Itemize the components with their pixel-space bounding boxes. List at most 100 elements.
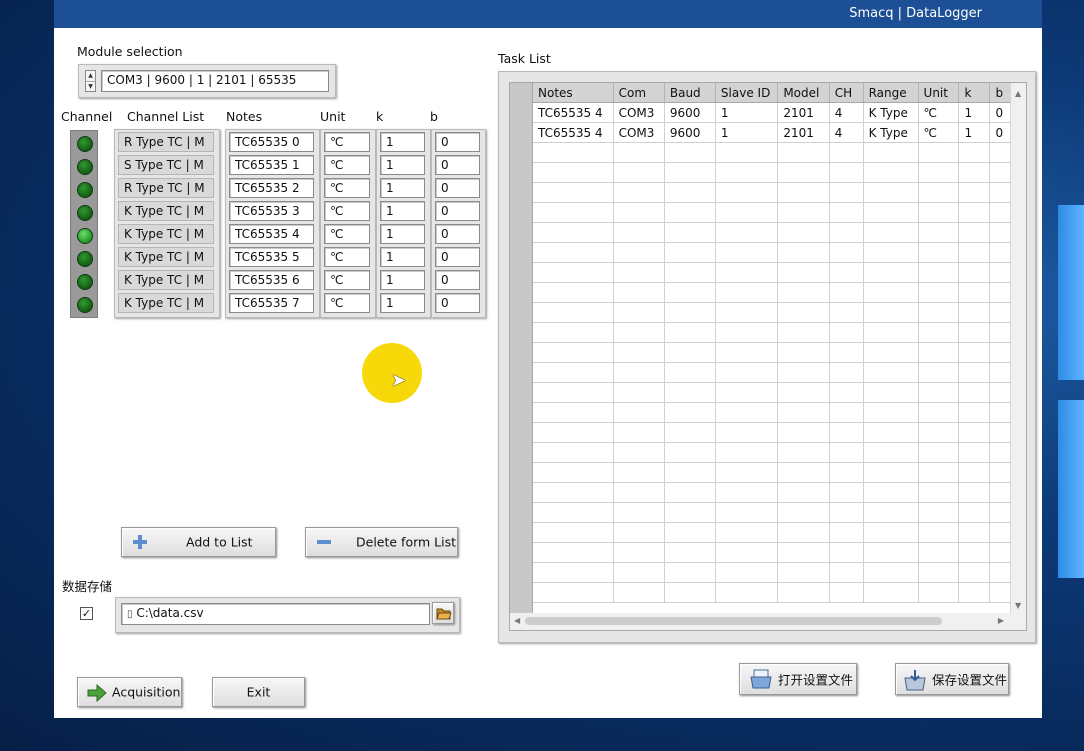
table-cell[interactable]: [829, 442, 864, 463]
channel-b-field[interactable]: 0: [435, 247, 480, 267]
table-cell[interactable]: [664, 542, 716, 563]
table-cell[interactable]: [715, 322, 779, 343]
table-cell[interactable]: COM3: [613, 102, 665, 123]
table-cell[interactable]: [918, 342, 960, 363]
table-cell[interactable]: [863, 162, 919, 183]
table-row[interactable]: [533, 582, 1026, 603]
table-cell[interactable]: [533, 482, 614, 503]
table-cell[interactable]: [715, 282, 779, 303]
table-cell[interactable]: [715, 222, 779, 243]
table-cell[interactable]: [958, 222, 991, 243]
table-cell[interactable]: [958, 322, 991, 343]
channel-b-field[interactable]: 0: [435, 224, 480, 244]
channel-led-4[interactable]: [77, 228, 93, 244]
data-storage-checkbox[interactable]: ✓: [80, 607, 93, 620]
table-cell[interactable]: [777, 182, 830, 203]
table-cell[interactable]: [664, 402, 716, 423]
table-cell[interactable]: [829, 222, 864, 243]
table-cell[interactable]: [777, 382, 830, 403]
table-cell[interactable]: [613, 582, 665, 603]
table-cell[interactable]: [533, 562, 614, 583]
table-cell[interactable]: [533, 222, 614, 243]
table-cell[interactable]: 1: [958, 122, 991, 143]
table-cell[interactable]: [613, 402, 665, 423]
channel-note-field[interactable]: TC65535 2: [229, 178, 314, 198]
table-cell[interactable]: [613, 282, 665, 303]
horizontal-scrollbar[interactable]: ◀ ▶: [509, 613, 1027, 631]
table-cell[interactable]: [958, 382, 991, 403]
channel-k-field[interactable]: 1: [380, 293, 425, 313]
table-cell[interactable]: [918, 242, 960, 263]
table-cell[interactable]: [533, 502, 614, 523]
table-cell[interactable]: [829, 242, 864, 263]
delete-from-list-button[interactable]: Delete form List: [305, 527, 458, 557]
exit-button[interactable]: Exit: [212, 677, 305, 707]
open-settings-button[interactable]: 打开设置文件: [739, 663, 857, 695]
module-spinner[interactable]: ▲ ▼: [85, 70, 96, 92]
table-cell[interactable]: [664, 582, 716, 603]
table-cell[interactable]: [715, 182, 779, 203]
table-cell[interactable]: [863, 382, 919, 403]
column-header[interactable]: Notes: [533, 83, 614, 103]
table-cell[interactable]: [613, 382, 665, 403]
table-cell[interactable]: [863, 502, 919, 523]
table-cell[interactable]: [664, 502, 716, 523]
table-cell[interactable]: [777, 362, 830, 383]
table-cell[interactable]: K Type: [863, 102, 919, 123]
file-path-field[interactable]: ▯ C:\data.csv: [121, 603, 430, 625]
table-cell[interactable]: [715, 162, 779, 183]
table-cell[interactable]: [863, 522, 919, 543]
channel-b-field[interactable]: 0: [435, 201, 480, 221]
channel-b-field[interactable]: 0: [435, 132, 480, 152]
table-cell[interactable]: [829, 502, 864, 523]
add-to-list-button[interactable]: Add to List: [121, 527, 276, 557]
table-cell[interactable]: [918, 482, 960, 503]
table-cell[interactable]: [918, 182, 960, 203]
table-cell[interactable]: [613, 562, 665, 583]
table-cell[interactable]: [829, 282, 864, 303]
table-cell[interactable]: [664, 302, 716, 323]
table-cell[interactable]: [715, 482, 779, 503]
table-cell[interactable]: [613, 302, 665, 323]
table-cell[interactable]: 2101: [777, 102, 830, 123]
table-cell[interactable]: [533, 202, 614, 223]
table-cell[interactable]: [777, 502, 830, 523]
table-cell[interactable]: [777, 522, 830, 543]
table-cell[interactable]: [533, 522, 614, 543]
table-cell[interactable]: 4: [829, 122, 864, 143]
table-cell[interactable]: [777, 162, 830, 183]
spinner-down-icon[interactable]: ▼: [86, 81, 95, 92]
channel-note-field[interactable]: TC65535 7: [229, 293, 314, 313]
table-row[interactable]: TC65535 4 COM3 9600 1 2101 4 K Type ℃ 1 0: [533, 102, 1026, 123]
table-row[interactable]: [533, 242, 1026, 263]
table-row[interactable]: [533, 302, 1026, 323]
browse-folder-button[interactable]: [432, 602, 454, 624]
table-cell[interactable]: [918, 582, 960, 603]
table-row[interactable]: [533, 182, 1026, 203]
table-row[interactable]: [533, 382, 1026, 403]
channel-type-field[interactable]: K Type TC | M: [118, 293, 214, 313]
channel-k-field[interactable]: 1: [380, 247, 425, 267]
table-cell[interactable]: 9600: [664, 102, 716, 123]
table-cell[interactable]: [613, 422, 665, 443]
save-settings-button[interactable]: 保存设置文件: [895, 663, 1009, 695]
table-cell[interactable]: [777, 262, 830, 283]
table-cell[interactable]: [664, 342, 716, 363]
table-cell[interactable]: [958, 542, 991, 563]
table-row[interactable]: [533, 402, 1026, 423]
spinner-up-icon[interactable]: ▲: [86, 71, 95, 81]
table-cell[interactable]: [777, 302, 830, 323]
acquisition-button[interactable]: Acquisition: [77, 677, 182, 707]
table-cell[interactable]: [958, 282, 991, 303]
table-row[interactable]: [533, 422, 1026, 443]
channel-k-field[interactable]: 1: [380, 132, 425, 152]
channel-k-field[interactable]: 1: [380, 178, 425, 198]
table-cell[interactable]: [533, 142, 614, 163]
table-row[interactable]: [533, 542, 1026, 563]
table-cell[interactable]: [613, 162, 665, 183]
channel-unit-field[interactable]: ℃: [324, 270, 370, 290]
table-cell[interactable]: [715, 442, 779, 463]
table-cell[interactable]: K Type: [863, 122, 919, 143]
table-cell[interactable]: [829, 322, 864, 343]
table-cell[interactable]: [829, 562, 864, 583]
